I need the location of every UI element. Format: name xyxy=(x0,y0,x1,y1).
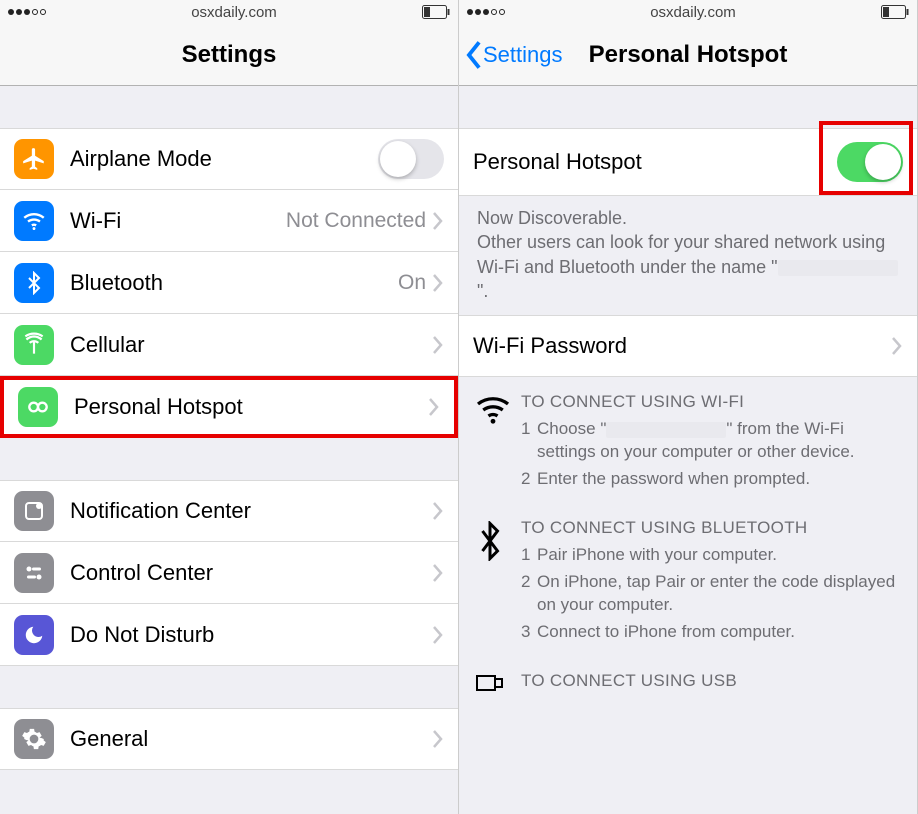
gear-icon xyxy=(14,719,54,759)
hotspot-toggle[interactable] xyxy=(837,142,903,182)
instructions-bluetooth: TO CONNECT USING BLUETOOTH 1Pair iPhone … xyxy=(459,503,917,656)
row-label: Bluetooth xyxy=(70,270,398,296)
row-cellular[interactable]: Cellular xyxy=(0,314,458,376)
row-control-center[interactable]: Control Center xyxy=(0,542,458,604)
moon-icon xyxy=(14,615,54,655)
hotspot-screen: osxdaily.com Settings Personal Hotspot P… xyxy=(459,0,918,814)
hotspot-icon xyxy=(18,387,58,427)
row-label: Notification Center xyxy=(70,498,432,524)
notification-icon xyxy=(14,491,54,531)
row-label: General xyxy=(70,726,432,752)
cellular-icon xyxy=(14,325,54,365)
settings-screen: osxdaily.com Settings Airplane Mode Wi-F… xyxy=(0,0,459,814)
signal-indicator xyxy=(467,9,505,15)
row-bluetooth[interactable]: Bluetooth On xyxy=(0,252,458,314)
bluetooth-icon xyxy=(14,263,54,303)
page-title: Personal Hotspot xyxy=(589,41,788,69)
instr-step: 2On iPhone, tap Pair or enter the code d… xyxy=(521,571,903,617)
instr-step: 3Connect to iPhone from computer. xyxy=(521,621,903,644)
row-label: Personal Hotspot xyxy=(74,394,428,420)
battery-icon xyxy=(422,5,450,19)
row-notification-center[interactable]: Notification Center xyxy=(0,480,458,542)
airplane-icon xyxy=(14,139,54,179)
chevron-right-icon xyxy=(432,336,444,354)
row-wifi-password[interactable]: Wi-Fi Password xyxy=(459,315,917,377)
row-label: Wi-Fi xyxy=(70,208,286,234)
row-label: Control Center xyxy=(70,560,432,586)
instr-title: TO CONNECT USING USB xyxy=(521,670,903,693)
instr-title: TO CONNECT USING BLUETOOTH xyxy=(521,517,903,540)
status-bar: osxdaily.com xyxy=(459,0,917,24)
discoverable-line: Now Discoverable. xyxy=(477,206,899,230)
nav-bar: Settings Personal Hotspot xyxy=(459,24,917,86)
status-bar: osxdaily.com xyxy=(0,0,458,24)
signal-indicator xyxy=(8,9,46,15)
chevron-right-icon xyxy=(432,502,444,520)
back-button[interactable]: Settings xyxy=(465,41,563,69)
discoverable-body: Other users can look for your shared net… xyxy=(477,230,899,303)
discoverable-text: Now Discoverable. Other users can look f… xyxy=(459,196,917,315)
instructions-wifi: TO CONNECT USING WI-FI 1Choose "" from t… xyxy=(459,377,917,503)
chevron-right-icon xyxy=(428,398,440,416)
instructions-usb: TO CONNECT USING USB xyxy=(459,656,917,697)
status-title: osxdaily.com xyxy=(650,4,736,21)
chevron-right-icon xyxy=(432,730,444,748)
row-do-not-disturb[interactable]: Do Not Disturb xyxy=(0,604,458,666)
row-label: Do Not Disturb xyxy=(70,622,432,648)
chevron-right-icon xyxy=(432,564,444,582)
instr-step: 2Enter the password when prompted. xyxy=(521,468,903,491)
chevron-right-icon xyxy=(432,626,444,644)
row-detail: On xyxy=(398,271,426,295)
nav-bar: Settings xyxy=(0,24,458,86)
row-label: Cellular xyxy=(70,332,432,358)
wifi-icon xyxy=(475,391,521,495)
instr-step: 1Pair iPhone with your computer. xyxy=(521,544,903,567)
row-general[interactable]: General xyxy=(0,708,458,770)
control-center-icon xyxy=(14,553,54,593)
redacted-name xyxy=(606,422,726,438)
status-title: osxdaily.com xyxy=(191,4,277,21)
row-detail: Not Connected xyxy=(286,209,426,233)
row-personal-hotspot[interactable]: Personal Hotspot xyxy=(0,376,458,438)
bluetooth-icon xyxy=(475,517,521,648)
row-wifi[interactable]: Wi-Fi Not Connected xyxy=(0,190,458,252)
row-label: Personal Hotspot xyxy=(473,149,837,175)
row-hotspot-toggle[interactable]: Personal Hotspot xyxy=(459,128,917,196)
instr-step: 1Choose "" from the Wi-Fi settings on yo… xyxy=(521,418,903,464)
chevron-right-icon xyxy=(432,212,444,230)
chevron-right-icon xyxy=(891,337,903,355)
row-airplane-mode[interactable]: Airplane Mode xyxy=(0,128,458,190)
wifi-icon xyxy=(14,201,54,241)
usb-icon xyxy=(475,670,521,697)
instr-title: TO CONNECT USING WI-FI xyxy=(521,391,903,414)
page-title: Settings xyxy=(182,41,277,69)
airplane-toggle[interactable] xyxy=(378,139,444,179)
redacted-name xyxy=(778,260,898,276)
battery-icon xyxy=(881,5,909,19)
chevron-right-icon xyxy=(432,274,444,292)
row-label: Airplane Mode xyxy=(70,146,378,172)
row-label: Wi-Fi Password xyxy=(473,333,891,359)
back-label: Settings xyxy=(483,42,563,68)
